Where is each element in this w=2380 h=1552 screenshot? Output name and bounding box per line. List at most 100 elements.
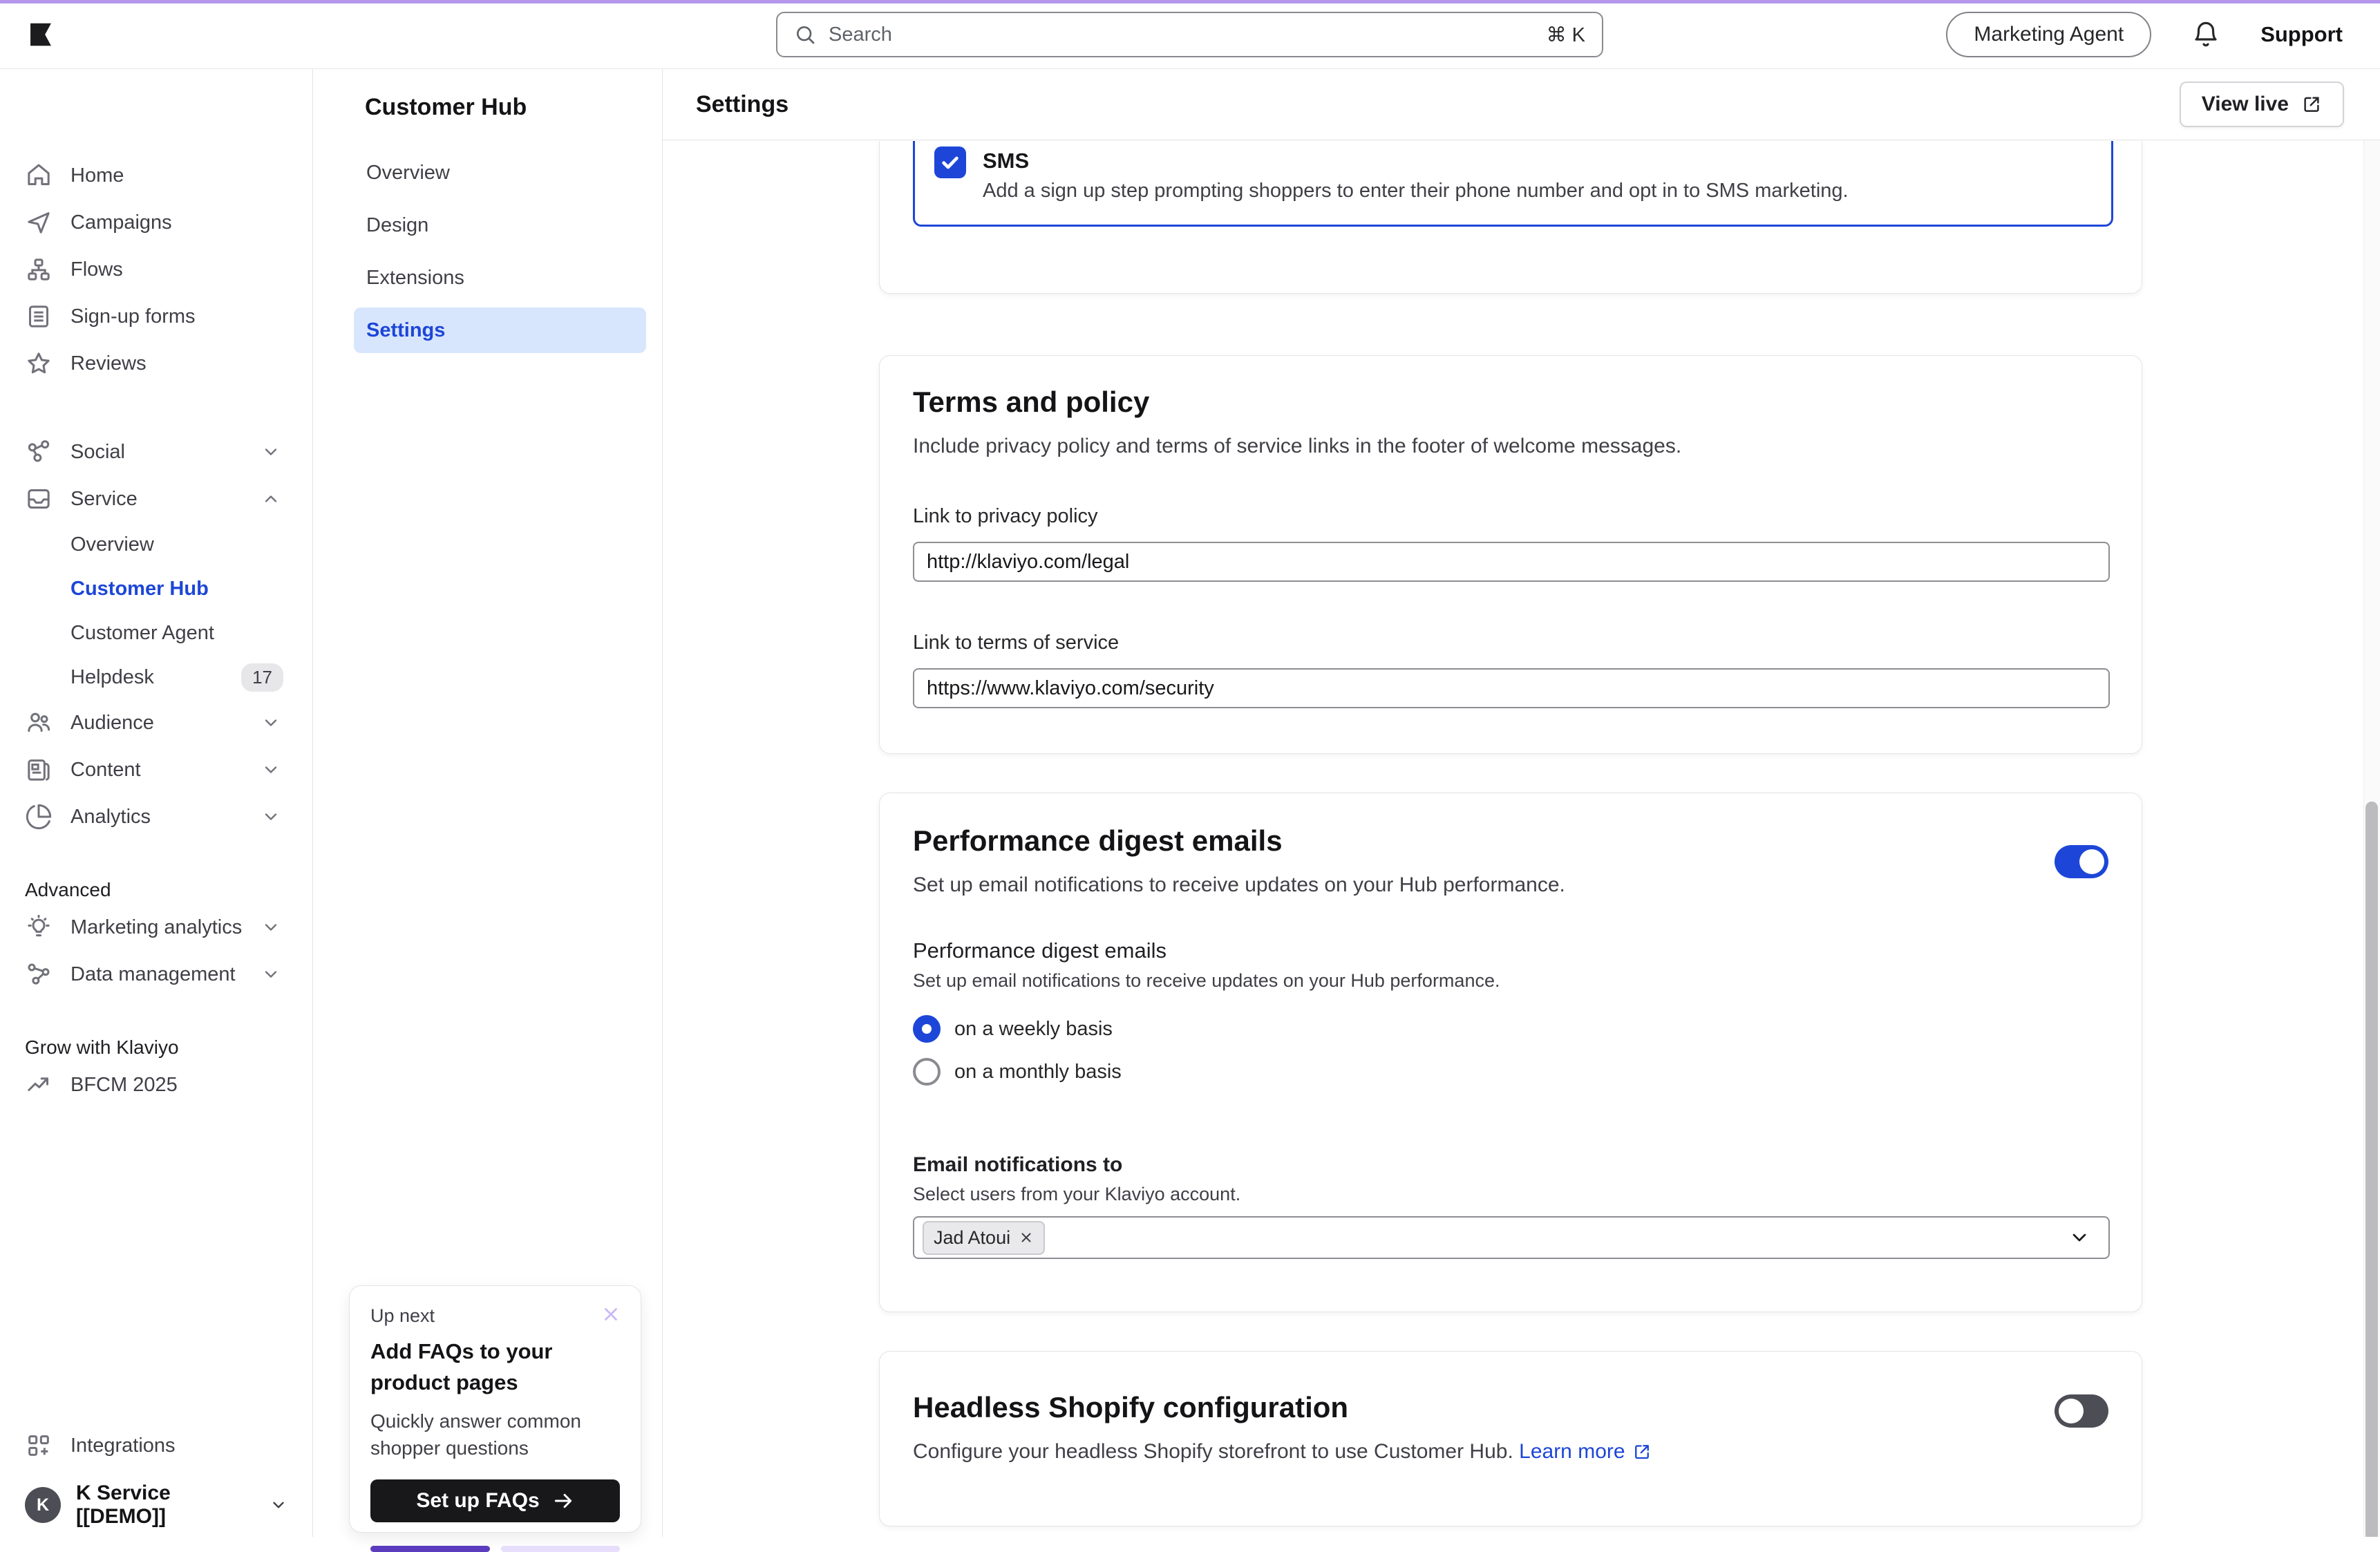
- setup-faqs-button[interactable]: Set up FAQs: [370, 1479, 620, 1522]
- chevron-down-icon: [261, 807, 281, 826]
- sidebar-item-label: Home: [70, 164, 124, 187]
- sidebar-item-customer-agent[interactable]: Customer Agent: [0, 611, 312, 655]
- scrollbar-thumb[interactable]: [2365, 802, 2378, 1537]
- people-icon: [25, 709, 53, 737]
- subnav-item-design[interactable]: Design: [354, 202, 646, 248]
- sidebar-item-helpdesk[interactable]: Helpdesk 17: [0, 655, 312, 699]
- terms-of-service-input[interactable]: [913, 668, 2110, 708]
- search-shortcut: ⌘ K: [1547, 23, 1585, 47]
- flows-icon: [25, 256, 53, 283]
- search-bar[interactable]: ⌘ K: [776, 12, 1603, 57]
- terms-of-service-label: Link to terms of service: [913, 632, 2108, 654]
- sidebar-item-flows[interactable]: Flows: [0, 246, 312, 293]
- performance-digest-description: Set up email notifications to receive up…: [913, 872, 2108, 898]
- sidebar-item-label: Content: [70, 759, 141, 782]
- subnav-item-settings[interactable]: Settings: [354, 307, 646, 353]
- toggle-knob: [2079, 849, 2104, 874]
- share-nodes-icon: [25, 438, 53, 466]
- subnav-item-extensions[interactable]: Extensions: [354, 255, 646, 301]
- sidebar-item-service[interactable]: Service: [0, 475, 312, 522]
- sms-option-box[interactable]: SMS Add a sign up step prompting shopper…: [913, 141, 2113, 227]
- sidebar-item-home[interactable]: Home: [0, 152, 312, 199]
- remove-recipient-icon[interactable]: [1019, 1230, 1034, 1245]
- close-icon[interactable]: [601, 1304, 621, 1325]
- main-header: Settings View live: [663, 69, 2380, 140]
- recipient-chip: Jad Atoui: [923, 1221, 1045, 1255]
- setup-faqs-label: Set up FAQs: [416, 1489, 539, 1513]
- primary-sidebar: Home Campaigns Flows Sign-up forms Revie…: [0, 69, 313, 1537]
- chevron-down-icon: [270, 1496, 287, 1514]
- weekly-radio-option[interactable]: on a weekly basis: [913, 1014, 2108, 1044]
- radio-selected-icon: [913, 1015, 941, 1043]
- sidebar-item-label: Service: [70, 488, 138, 511]
- terms-policy-card: Terms and policy Include privacy policy …: [879, 355, 2142, 754]
- chevron-down-icon: [261, 713, 281, 732]
- monthly-radio-option[interactable]: on a monthly basis: [913, 1057, 2108, 1087]
- view-live-label: View live: [2202, 93, 2289, 116]
- support-link[interactable]: Support: [2260, 22, 2343, 47]
- top-accent-strip: [0, 0, 2380, 3]
- subnav-item-overview[interactable]: Overview: [354, 150, 646, 196]
- sidebar-item-analytics[interactable]: Analytics: [0, 793, 312, 840]
- performance-digest-toggle[interactable]: [2055, 845, 2108, 878]
- sidebar-item-social[interactable]: Social: [0, 428, 312, 475]
- sidebar-item-reviews[interactable]: Reviews: [0, 340, 312, 387]
- privacy-policy-input[interactable]: [913, 542, 2110, 582]
- toggle-knob: [2059, 1399, 2084, 1423]
- sms-option-description: Add a sign up step prompting shoppers to…: [983, 180, 1849, 202]
- sidebar-item-integrations[interactable]: Integrations: [0, 1422, 312, 1469]
- search-icon: [794, 23, 816, 46]
- sidebar-bottom: Integrations K K Service [[DEMO]]: [0, 1422, 312, 1530]
- customer-hub-subnav: Customer Hub Overview Design Extensions …: [313, 69, 663, 1537]
- subnav-list: Overview Design Extensions Settings: [354, 150, 646, 353]
- search-input[interactable]: [829, 23, 1534, 46]
- sidebar-item-label: Overview: [70, 533, 154, 556]
- sidebar-item-content[interactable]: Content: [0, 746, 312, 793]
- sidebar-item-label: Helpdesk: [70, 666, 154, 689]
- headless-shopify-title: Headless Shopify configuration: [913, 1390, 2108, 1425]
- headless-shopify-toggle[interactable]: [2055, 1394, 2108, 1428]
- up-next-title: Add FAQs to your product pages: [370, 1336, 620, 1399]
- learn-more-link[interactable]: Learn more: [1519, 1439, 1651, 1465]
- monthly-radio-label: on a monthly basis: [954, 1061, 1122, 1083]
- marketing-agent-button[interactable]: Marketing Agent: [1946, 12, 2151, 57]
- news-icon: [25, 756, 53, 784]
- sidebar-item-service-overview[interactable]: Overview: [0, 522, 312, 567]
- klaviyo-logo-icon[interactable]: [25, 19, 57, 50]
- scrollbar-track[interactable]: [2363, 140, 2380, 1537]
- recipient-chip-label: Jad Atoui: [934, 1227, 1010, 1249]
- performance-digest-title: Performance digest emails: [913, 824, 2108, 858]
- data-nodes-icon: [25, 960, 53, 988]
- page-title: Settings: [696, 91, 788, 118]
- signup-steps-card: SMS Add a sign up step prompting shopper…: [879, 141, 2142, 294]
- sidebar-item-audience[interactable]: Audience: [0, 699, 312, 746]
- account-switcher[interactable]: K K Service [[DEMO]]: [0, 1480, 312, 1530]
- email-recipients-select[interactable]: Jad Atoui: [913, 1216, 2110, 1259]
- sms-option-label: SMS: [983, 145, 1849, 177]
- notifications-bell-icon[interactable]: [2191, 20, 2220, 49]
- sidebar-item-marketing-analytics[interactable]: Marketing analytics: [0, 904, 312, 951]
- send-icon: [25, 209, 53, 236]
- terms-policy-description: Include privacy policy and terms of serv…: [913, 433, 2108, 460]
- view-live-button[interactable]: View live: [2180, 82, 2344, 127]
- account-name: K Service [[DEMO]]: [76, 1482, 254, 1529]
- up-next-description: Quickly answer common shopper questions: [370, 1408, 620, 1461]
- up-next-progress: [370, 1546, 620, 1552]
- headless-shopify-card: Headless Shopify configuration Configure…: [879, 1351, 2142, 1526]
- sidebar-item-label: Sign-up forms: [70, 305, 196, 328]
- subnav-item-label: Design: [366, 214, 428, 237]
- sidebar-item-customer-hub[interactable]: Customer Hub: [0, 567, 312, 611]
- headless-shopify-description-text: Configure your headless Shopify storefro…: [913, 1440, 1513, 1463]
- helpdesk-count-badge: 17: [241, 663, 283, 692]
- integrations-icon: [25, 1432, 53, 1459]
- subnav-title: Customer Hub: [354, 94, 662, 121]
- sidebar-item-label: Analytics: [70, 806, 151, 829]
- sidebar-item-campaigns[interactable]: Campaigns: [0, 199, 312, 246]
- sidebar-item-data-management[interactable]: Data management: [0, 951, 312, 998]
- sidebar-item-bfcm[interactable]: BFCM 2025: [0, 1061, 312, 1108]
- sidebar-item-signup-forms[interactable]: Sign-up forms: [0, 293, 312, 340]
- digest-frequency-description: Set up email notifications to receive up…: [913, 970, 2108, 992]
- sms-checkbox[interactable]: [934, 146, 966, 178]
- learn-more-label: Learn more: [1519, 1439, 1625, 1465]
- sidebar-section-advanced: Advanced: [0, 876, 312, 904]
